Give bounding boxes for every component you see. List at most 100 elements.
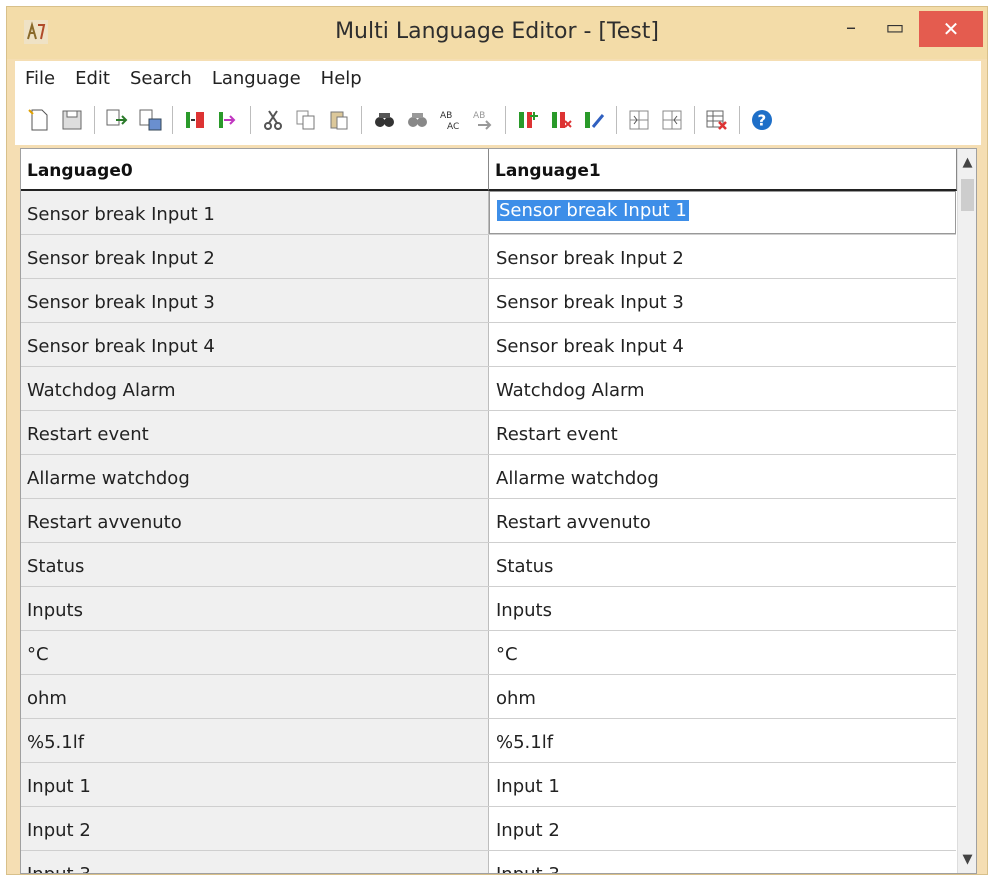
cell-language1[interactable]: Restart event: [489, 411, 956, 454]
svg-text:AC: AC: [447, 122, 459, 132]
table-row[interactable]: Restart avvenuto Restart avvenuto: [21, 499, 956, 543]
minimize-icon: –: [846, 15, 856, 39]
table-row[interactable]: Sensor break Input 1 Sensor break Input 1: [21, 191, 956, 235]
cell-language1[interactable]: %5.1lf: [489, 719, 956, 762]
table-row[interactable]: Input 3Input 3: [21, 851, 956, 873]
save-icon[interactable]: [58, 106, 86, 134]
table-row[interactable]: °C °C: [21, 631, 956, 675]
cell-language1[interactable]: Sensor break Input 1: [489, 191, 956, 234]
cut-icon[interactable]: [259, 106, 287, 134]
cell-language0[interactable]: Allarme watchdog: [21, 455, 489, 498]
scroll-down-icon[interactable]: ▼: [958, 852, 976, 867]
table-row[interactable]: Sensor break Input 2 Sensor break Input 2: [21, 235, 956, 279]
toolbar-separator: [361, 106, 362, 134]
close-button[interactable]: ✕: [919, 11, 983, 47]
cell-language1[interactable]: °C: [489, 631, 956, 674]
toolbar-separator: [250, 106, 251, 134]
main-window: Multi Language Editor - [Test] – ▭ ✕ Fil…: [6, 6, 988, 875]
scroll-up-icon[interactable]: ▲: [958, 155, 976, 170]
cell-language1[interactable]: Input 3: [489, 851, 956, 873]
table-row[interactable]: Sensor break Input 4 Sensor break Input 4: [21, 323, 956, 367]
delete-table-icon[interactable]: [703, 106, 731, 134]
menu-bar: File Edit Search Language Help: [15, 61, 981, 95]
cell-language0[interactable]: ohm: [21, 675, 489, 718]
add-column-icon[interactable]: [181, 106, 209, 134]
copy-icon[interactable]: [292, 106, 320, 134]
table-row[interactable]: Watchdog Alarm Watchdog Alarm: [21, 367, 956, 411]
cell-language1[interactable]: Status: [489, 543, 956, 586]
cell-language1[interactable]: ohm: [489, 675, 956, 718]
cell-language0[interactable]: Restart avvenuto: [21, 499, 489, 542]
svg-text:?: ?: [758, 112, 767, 130]
find-icon[interactable]: [370, 106, 398, 134]
column-header-language0[interactable]: Language0: [21, 149, 489, 191]
cell-language0[interactable]: Status: [21, 543, 489, 586]
find-next-icon[interactable]: [403, 106, 431, 134]
table-row[interactable]: Restart event Restart event: [21, 411, 956, 455]
cell-language0[interactable]: Sensor break Input 1: [21, 191, 489, 234]
move-column-icon[interactable]: [214, 106, 242, 134]
cell-language0[interactable]: Restart event: [21, 411, 489, 454]
translation-grid: Language0 Language1 Sensor break Input 1…: [20, 148, 977, 874]
scroll-thumb[interactable]: [961, 179, 974, 211]
toolbar-separator: [694, 106, 695, 134]
replace-next-icon[interactable]: AB: [469, 106, 497, 134]
cell-language0[interactable]: Sensor break Input 4: [21, 323, 489, 366]
edit-row-icon[interactable]: [580, 106, 608, 134]
cell-language1[interactable]: Input 2: [489, 807, 956, 850]
replace-icon[interactable]: AB AC: [436, 106, 464, 134]
paste-icon[interactable]: [325, 106, 353, 134]
cell-language0[interactable]: Input 1: [21, 763, 489, 806]
table-row[interactable]: Inputs Inputs: [21, 587, 956, 631]
cell-language1[interactable]: Sensor break Input 3: [489, 279, 956, 322]
cell-language1[interactable]: Watchdog Alarm: [489, 367, 956, 410]
cell-language1[interactable]: Input 1: [489, 763, 956, 806]
help-icon[interactable]: ?: [748, 106, 776, 134]
table-row[interactable]: Input 2 Input 2: [21, 807, 956, 851]
menu-help[interactable]: Help: [311, 68, 372, 89]
cell-language0[interactable]: °C: [21, 631, 489, 674]
table-row[interactable]: Allarme watchdog Allarme watchdog: [21, 455, 956, 499]
toolbar-separator: [739, 106, 740, 134]
delete-row-icon[interactable]: [547, 106, 575, 134]
table-row[interactable]: Input 1 Input 1: [21, 763, 956, 807]
menu-file[interactable]: File: [15, 68, 65, 89]
cell-language1[interactable]: Restart avvenuto: [489, 499, 956, 542]
toolbar-separator: [94, 106, 95, 134]
new-file-icon[interactable]: [25, 106, 53, 134]
cell-language1[interactable]: Inputs: [489, 587, 956, 630]
minimize-button[interactable]: –: [829, 7, 873, 47]
menu-edit[interactable]: Edit: [65, 68, 120, 89]
table-row[interactable]: ohm ohm: [21, 675, 956, 719]
cell-edit-selection[interactable]: Sensor break Input 1: [497, 200, 689, 221]
cell-language0[interactable]: Watchdog Alarm: [21, 367, 489, 410]
import-icon[interactable]: [136, 106, 164, 134]
cell-language0[interactable]: Input 2: [21, 807, 489, 850]
export-icon[interactable]: [103, 106, 131, 134]
maximize-icon: ▭: [885, 15, 905, 39]
column-header-language1[interactable]: Language1: [489, 149, 957, 191]
toolbar-separator: [172, 106, 173, 134]
toolbar: AB AC AB?: [15, 95, 981, 145]
cell-language1[interactable]: Sensor break Input 4: [489, 323, 956, 366]
title-bar[interactable]: Multi Language Editor - [Test] – ▭ ✕: [7, 7, 987, 59]
cell-language0[interactable]: Inputs: [21, 587, 489, 630]
merge-icon[interactable]: [625, 106, 653, 134]
add-row-icon[interactable]: [514, 106, 542, 134]
menu-language[interactable]: Language: [202, 68, 311, 89]
menu-search[interactable]: Search: [120, 68, 202, 89]
vertical-scrollbar[interactable]: ▲ ▼: [957, 149, 976, 873]
table-row[interactable]: Sensor break Input 3 Sensor break Input 3: [21, 279, 956, 323]
cell-language0[interactable]: Sensor break Input 3: [21, 279, 489, 322]
table-row[interactable]: Status Status: [21, 543, 956, 587]
table-row[interactable]: %5.1lf %5.1lf: [21, 719, 956, 763]
cell-language1[interactable]: Allarme watchdog: [489, 455, 956, 498]
cell-language1[interactable]: Sensor break Input 2: [489, 235, 956, 278]
cell-language0[interactable]: %5.1lf: [21, 719, 489, 762]
cell-language0[interactable]: Input 3: [21, 851, 489, 873]
toolbar-separator: [505, 106, 506, 134]
split-icon[interactable]: [658, 106, 686, 134]
close-icon: ✕: [942, 17, 960, 41]
cell-language0[interactable]: Sensor break Input 2: [21, 235, 489, 278]
maximize-button[interactable]: ▭: [873, 7, 917, 47]
